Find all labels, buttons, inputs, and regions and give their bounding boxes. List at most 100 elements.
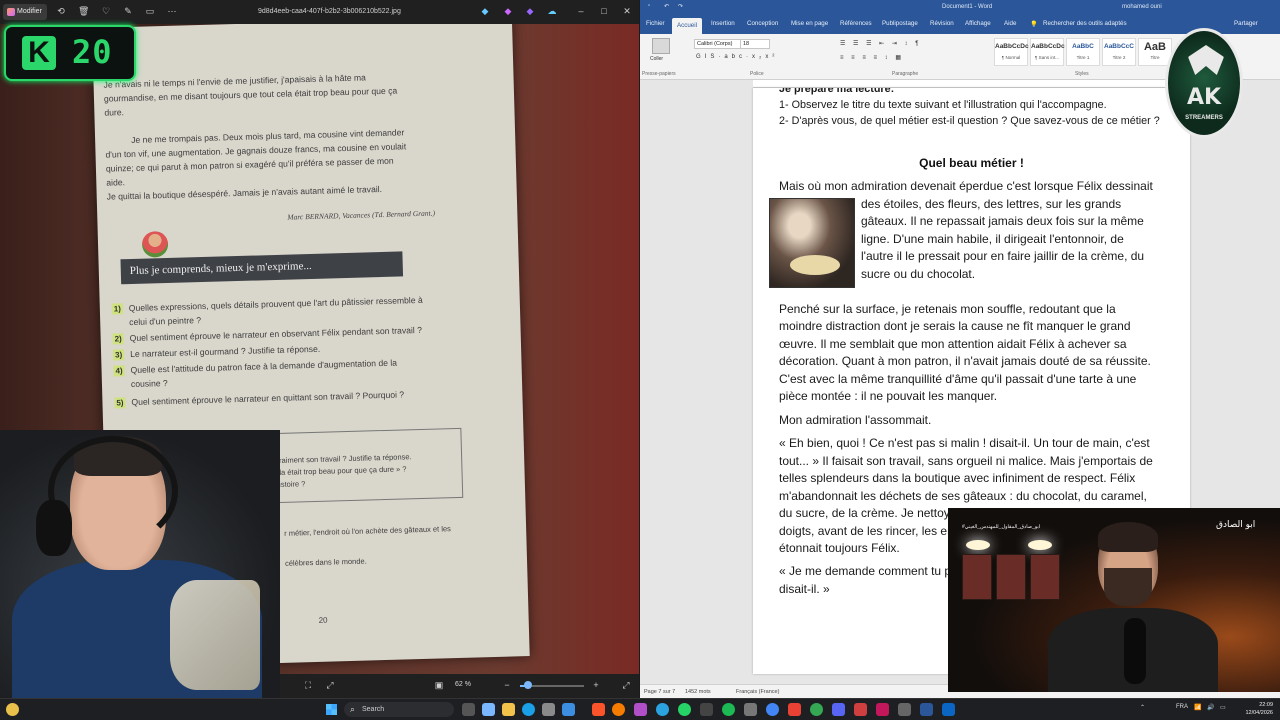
paste-icon[interactable] [652, 38, 670, 54]
para-line: des étoiles, des fleurs, des lettres, su… [861, 197, 1122, 211]
clock[interactable]: 22:09 12/04/2026 [1233, 701, 1273, 717]
app-icon-3[interactable]: ◆ [525, 6, 535, 16]
para-line: décoration. Quant à mon patron, il n'ava… [779, 354, 1151, 368]
edit-icon[interactable]: ✎ [123, 6, 133, 16]
app-icon[interactable] [854, 703, 867, 716]
app-icon[interactable] [788, 703, 801, 716]
expand-icon[interactable]: ⤢ [621, 680, 631, 690]
app-icon[interactable] [744, 703, 757, 716]
tab-conception[interactable]: Conception [747, 20, 778, 27]
tab-publipostage[interactable]: Publipostage [882, 20, 918, 27]
para-line: Mais où mon admiration devenait éperdue … [779, 179, 1153, 193]
whatsapp-icon[interactable] [678, 703, 691, 716]
undo-icon[interactable]: ↶ [664, 3, 669, 10]
font-format-buttons[interactable]: GIS·abc·x₂x² [696, 54, 778, 60]
zoom-level[interactable]: 62 % [455, 681, 471, 688]
spotify-icon[interactable] [722, 703, 735, 716]
chrome-icon[interactable] [766, 703, 779, 716]
page-count[interactable]: Page 7 sur 7 [644, 689, 675, 695]
question-line: 4) Quelle est l'attitude du patron face à… [113, 358, 397, 377]
chrome-icon[interactable] [810, 703, 823, 716]
style-normal[interactable]: AaBbCcDc ¶ Normal [994, 38, 1029, 66]
tray-chevron-icon[interactable]: ⌃ [1140, 704, 1145, 711]
horizontal-ruler [753, 80, 1190, 88]
style-heading-2[interactable]: AaBbCcC Titre 2 [1102, 38, 1136, 66]
question-text: Quel sentiment éprouve le narrateur en o… [129, 324, 423, 344]
volume-icon[interactable]: 🔊 [1207, 704, 1214, 711]
battery-icon[interactable]: ▭ [1220, 704, 1226, 711]
edge-icon[interactable] [522, 703, 535, 716]
tab-revision[interactable]: Révision [930, 20, 954, 27]
page-line: aide. [106, 177, 126, 188]
language-indicator[interactable]: FRA [1176, 704, 1188, 710]
save-icon[interactable]: ▫ [648, 3, 650, 9]
weather-icon[interactable] [6, 703, 19, 716]
list-buttons[interactable]: ☰ ☰ ☰ ⇤ ⇥ ↕ ¶ [840, 40, 921, 47]
share-button[interactable]: Partager [1234, 20, 1258, 27]
app-icon-1[interactable]: ◆ [480, 6, 490, 16]
taskbar: Search ⌃ FRA 📶 🔊 ▭ 22:09 12/04/2026 [0, 698, 1280, 720]
tab-references[interactable]: Références [840, 20, 872, 27]
redo-icon[interactable]: ↷ [678, 3, 683, 10]
person-beard [1104, 568, 1152, 606]
settings-icon[interactable] [898, 703, 911, 716]
favorite-icon[interactable]: ♡ [101, 6, 111, 16]
prompt-2: 2- D'après vous, de quel métier est-il q… [779, 115, 1160, 127]
file-name: 9d8d4eeb-caa4-407f-b2b2-3b006210b522.jpg [258, 8, 401, 15]
section-banner: Plus je comprends, mieux je m'exprime... [120, 251, 404, 285]
style-heading-1[interactable]: AaBbC Titre 1 [1066, 38, 1100, 66]
app-icon[interactable] [942, 703, 955, 716]
tab-aide[interactable]: Aide [1004, 20, 1016, 27]
slideshow-icon[interactable]: ▭ [145, 6, 155, 16]
tab-affichage[interactable]: Affichage [965, 20, 991, 27]
app-icon[interactable] [876, 703, 889, 716]
tab-insertion[interactable]: Insertion [711, 20, 735, 27]
word-icon[interactable] [920, 703, 933, 716]
start-icon[interactable] [326, 704, 337, 715]
style-no-spacing[interactable]: AaBbCcDc ¶ Sans int... [1030, 38, 1065, 66]
store-icon[interactable] [542, 703, 555, 716]
question-line: 2) Quel sentiment éprouve le narrateur en… [112, 324, 423, 345]
telegram-icon[interactable] [656, 703, 669, 716]
tab-fichier[interactable]: Fichier [646, 20, 665, 27]
word-count[interactable]: 1452 mots [685, 689, 711, 695]
font-name-select[interactable]: Calibri (Corps) [694, 39, 742, 49]
maximize-icon[interactable]: □ [599, 6, 609, 16]
brave-icon[interactable] [592, 703, 605, 716]
modify-button[interactable]: Modifier [3, 4, 47, 20]
photos-icon[interactable] [634, 703, 647, 716]
epic-icon[interactable] [700, 703, 713, 716]
firefox-icon[interactable] [612, 703, 625, 716]
font-size-select[interactable]: 18 [740, 39, 770, 49]
app-icon-2[interactable]: ◆ [503, 6, 513, 16]
eagle-icon [1188, 45, 1224, 75]
question-line: 5) Quel sentiment éprouve le narrateur en… [114, 389, 404, 409]
file-explorer-icon[interactable] [502, 703, 515, 716]
tell-me-search[interactable]: Rechercher des outils adaptés [1043, 20, 1127, 27]
delete-icon[interactable]: 🗑 [78, 6, 89, 16]
widget-icon[interactable] [482, 703, 495, 716]
image-icon[interactable]: ▣ [434, 680, 444, 690]
tab-accueil[interactable]: Accueil [672, 18, 702, 34]
cloud-icon[interactable]: ☁ [547, 6, 557, 16]
task-view-icon[interactable] [462, 703, 475, 716]
question-line: 3) Le narrateur est-il gourmand ? Justifi… [112, 344, 320, 361]
zoom-out-icon[interactable]: − [502, 680, 512, 690]
fit-icon[interactable]: ⛶ [303, 680, 313, 690]
tab-mise-en-page[interactable]: Mise en page [791, 20, 828, 27]
zoom-in-icon[interactable]: + [591, 680, 601, 690]
language[interactable]: Français (France) [736, 689, 779, 695]
zoom-slider-thumb[interactable] [524, 681, 532, 689]
fullscreen-icon[interactable]: ⤢ [325, 680, 335, 690]
network-icon[interactable]: 📶 [1194, 704, 1201, 711]
discord-icon[interactable] [832, 703, 845, 716]
mail-icon[interactable] [562, 703, 575, 716]
more-icon[interactable]: ⋯ [167, 6, 177, 16]
align-buttons[interactable]: ≡ ≡ ≡ ≡ ↕ ▦ [840, 54, 904, 61]
close-icon[interactable]: ✕ [622, 6, 632, 16]
page-line: dure. [104, 107, 125, 118]
taskbar-search[interactable]: Search [344, 702, 454, 717]
rotate-icon[interactable]: ⟲ [56, 6, 66, 16]
paste-label[interactable]: Coller [650, 56, 663, 62]
minimize-icon[interactable]: – [576, 6, 586, 16]
